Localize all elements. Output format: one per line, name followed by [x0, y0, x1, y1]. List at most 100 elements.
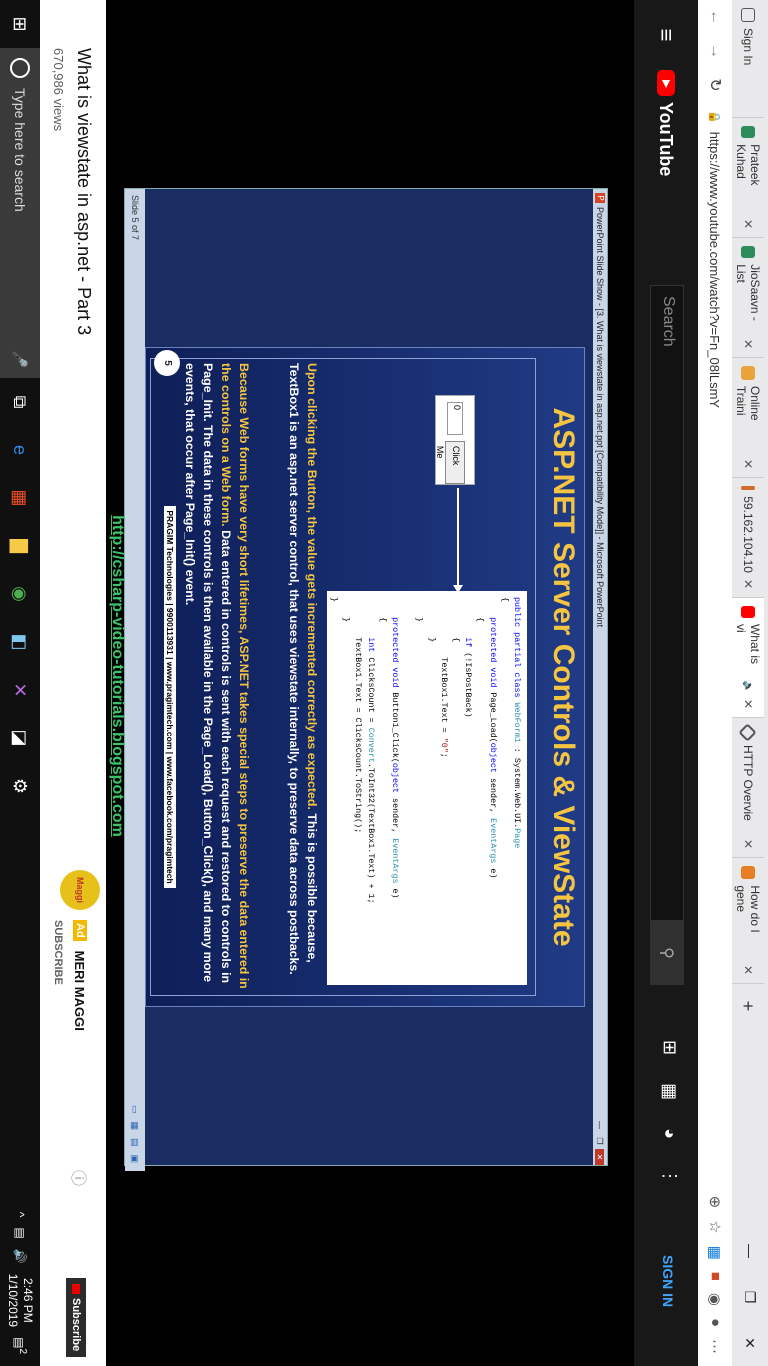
photos-icon[interactable]: ◧ — [0, 618, 40, 666]
info-icon[interactable]: ⓘ — [68, 1170, 92, 1186]
windows-start-icon[interactable]: ⊞ — [0, 0, 40, 48]
tab-label: HTTP Overvie — [741, 745, 755, 821]
normal-view-icon[interactable]: ▭ — [130, 1105, 141, 1114]
tab-label: How do I gene — [734, 885, 762, 933]
windows-extension-icon[interactable]: ▦ — [706, 1246, 724, 1260]
close-tab-icon[interactable]: ✕ — [741, 965, 755, 975]
sorter-view-icon[interactable]: ▦ — [130, 1121, 141, 1130]
ad-channel[interactable]: Maggi Ad MERI MAGGI SUBSCRIBE — [52, 870, 100, 1031]
chrome-icon[interactable]: ◉ — [0, 570, 40, 618]
more-menu-icon[interactable]: ⋯ — [706, 1339, 724, 1354]
task-view-icon[interactable]: ⧉ — [0, 378, 40, 426]
circle-extension-icon[interactable]: ◉ — [706, 1293, 724, 1306]
app-icon[interactable]: ✕ — [0, 666, 40, 714]
media-app-icon[interactable]: ◪ — [0, 714, 40, 762]
apps-icon[interactable]: ▦ — [659, 1083, 680, 1100]
clock[interactable]: 2:46 PM 1/10/2019 — [5, 1274, 35, 1327]
profile-icon[interactable]: ● — [706, 1318, 724, 1327]
file-explorer-icon[interactable]: ▇ — [0, 522, 40, 570]
slide-footer: PRAGIM Technologies | 9900113931 | www.p… — [162, 368, 180, 1026]
url-field[interactable]: 🔒 https://www.youtube.com/watch?v=Fn_08l… — [708, 102, 723, 1196]
forward-icon[interactable]: → — [706, 34, 724, 68]
system-tray: ^ ▤ 🔊 2:46 PM 1/10/2019 ▤2 — [5, 1212, 35, 1366]
volume-icon[interactable]: 🔊 — [13, 1249, 27, 1264]
search-button[interactable]: ⚲ — [650, 921, 684, 985]
create-video-icon[interactable]: ⊞ — [659, 1040, 680, 1055]
tray-chevron-icon[interactable]: ^ — [13, 1212, 27, 1218]
tab-ip-address[interactable]: 59.162.104.10 ✕ — [732, 478, 764, 598]
store-icon[interactable]: ▦ — [0, 474, 40, 522]
subscribe-button[interactable]: Subscribe — [66, 1278, 86, 1358]
tab-online-training[interactable]: Online Traini ✕ — [732, 358, 764, 478]
maggi-logo: Maggi — [60, 870, 100, 910]
close-tab-icon[interactable]: ✕ — [741, 219, 755, 229]
slideshow-view-icon[interactable]: ▣ — [130, 1154, 141, 1163]
tab-how-do-i[interactable]: How do I gene ✕ — [732, 858, 764, 984]
powerpoint-window-controls: — ❐ ✕ — [595, 1117, 605, 1165]
demo-form: 0 Click Me — [435, 395, 475, 485]
microphone-icon[interactable]: 🎤 — [12, 351, 29, 368]
tab-label: What is vi — [734, 623, 762, 664]
clock-date: 1/10/2019 — [6, 1273, 20, 1328]
slide-show-area: ASP.NET Server Controls & ViewState 0 Cl… — [145, 189, 593, 1165]
powerpoint-icon: P — [595, 193, 605, 203]
settings-more-icon[interactable]: ⋮ — [659, 1167, 680, 1185]
minimize-button[interactable]: — — [732, 1228, 768, 1274]
tab-label: 59.162.104.10 — [741, 496, 755, 573]
address-bar-row: ← → ↻ 🔒 https://www.youtube.com/watch?v=… — [697, 0, 732, 1366]
reading-view-icon[interactable]: ▤ — [130, 1138, 141, 1147]
search-input[interactable]: Search — [650, 285, 684, 921]
close-window-button[interactable]: ✕ — [732, 1320, 768, 1366]
powerpoint-title: PowerPoint Slide Show - [3. What is view… — [595, 207, 605, 628]
menu-icon[interactable]: ≡ — [653, 0, 679, 70]
powerpoint-window: P PowerPoint Slide Show - [3. What is vi… — [124, 188, 608, 1171]
ad-badge: Ad — [73, 920, 87, 941]
ad-subscribe[interactable]: SUBSCRIBE — [52, 920, 64, 985]
header-icons: ⊞ ▦ ◕ ⋮ — [659, 1040, 680, 1185]
back-icon[interactable]: ← — [706, 0, 724, 34]
taskbar-search[interactable]: Type here to search 🎤 — [0, 48, 40, 378]
youtube-logo[interactable]: YouTube — [656, 70, 677, 176]
sign-in-button[interactable]: SIGN IN — [660, 1255, 676, 1307]
close-tab-icon[interactable]: ✕ — [741, 339, 755, 349]
youtube-logo-text: YouTube — [656, 102, 677, 177]
windows-taskbar: ⊞ Type here to search 🎤 ⧉ e ▦ ▇ ◉ ◧ ✕ ◪ … — [0, 0, 40, 1366]
tab-youtube-active[interactable]: What is vi 🔈 ✕ — [732, 598, 764, 718]
refresh-icon[interactable]: ↻ — [705, 68, 725, 102]
paragraph-1-highlight: Upon clicking the Button, the value gets… — [305, 363, 319, 810]
favorite-star-icon[interactable]: ☆ — [706, 1220, 724, 1233]
code-sample: public partial class WebForm1 : System.W… — [327, 591, 527, 985]
tab-prateek[interactable]: Prateek Kuhad ✕ — [732, 118, 764, 238]
close-tab-icon[interactable]: ✕ — [741, 699, 755, 709]
screen: Sign In Prateek Kuhad ✕ JioSaavn - List … — [0, 0, 768, 1366]
ppt-restore-button[interactable]: ❐ — [596, 1133, 605, 1149]
office-extension-icon[interactable]: ■ — [706, 1272, 724, 1281]
tab-http-overview[interactable]: HTTP Overvie ✕ — [732, 718, 764, 858]
network-icon[interactable]: ▤ — [13, 1227, 27, 1238]
new-tab-button[interactable]: + — [732, 984, 764, 1028]
zoom-icon[interactable]: ⊕ — [706, 1196, 724, 1209]
video-player[interactable]: P PowerPoint Slide Show - [3. What is vi… — [106, 0, 634, 1366]
edge-icon[interactable]: e — [0, 426, 40, 474]
site-icon — [741, 366, 755, 380]
close-tab-icon[interactable]: ✕ — [741, 579, 755, 589]
tab-jiosaavn[interactable]: JioSaavn - List ✕ — [732, 238, 764, 358]
slide: ASP.NET Server Controls & ViewState 0 Cl… — [145, 347, 585, 1007]
close-tab-icon[interactable]: ✕ — [741, 459, 755, 469]
settings-icon[interactable]: ⚙ — [0, 762, 40, 810]
powerpoint-status-bar: Slide 5 of 7 ▭ ▦ ▤ ▣ — [125, 189, 145, 1171]
ppt-minimize-button[interactable]: — — [596, 1117, 605, 1133]
close-tab-icon[interactable]: ✕ — [741, 839, 755, 849]
cortana-icon — [10, 58, 30, 78]
youtube-header: ≡ YouTube Search ⚲ ⊞ ▦ ◕ ⋮ SIGN IN — [634, 0, 698, 1366]
ppt-close-button[interactable]: ✕ — [595, 1149, 605, 1165]
tab-sign-in[interactable]: Sign In — [732, 0, 764, 118]
saavn-icon — [741, 246, 755, 259]
speaker-icon[interactable]: 🔈 — [743, 680, 754, 692]
messages-icon[interactable]: ◕ — [659, 1128, 680, 1139]
maximize-button[interactable]: ❐ — [732, 1274, 768, 1320]
demo-click-me-button: Click Me — [435, 440, 465, 484]
tab-label: Prateek Kuhad — [734, 144, 762, 186]
paragraph-1: Upon clicking the Button, the value gets… — [285, 359, 321, 995]
notifications-icon[interactable]: ▤2 — [12, 1337, 28, 1354]
